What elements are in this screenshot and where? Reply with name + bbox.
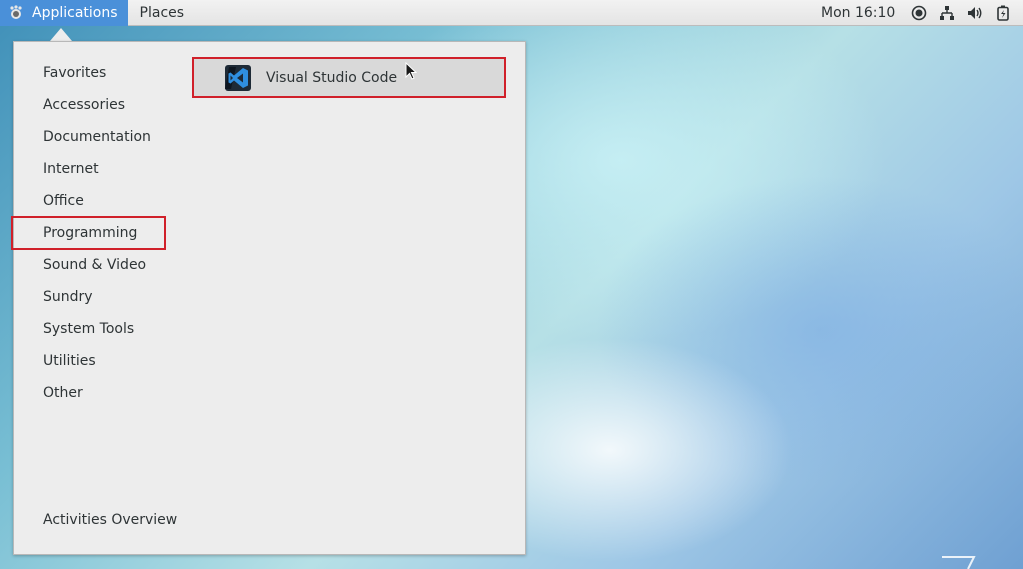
- vscode-icon: [224, 64, 252, 92]
- volume-icon[interactable]: [966, 5, 983, 22]
- app-label: Visual Studio Code: [266, 69, 398, 86]
- category-list: Favorites Accessories Documentation Inte…: [11, 57, 174, 409]
- top-bar: Applications Places Mon 16:10: [0, 0, 1023, 26]
- applications-menu-panel: Favorites Accessories Documentation Inte…: [11, 41, 526, 555]
- gnome-foot-icon: [8, 4, 24, 21]
- network-icon[interactable]: [938, 5, 955, 22]
- clock[interactable]: Mon 16:10: [821, 0, 895, 26]
- places-menu-button[interactable]: Places: [128, 0, 197, 26]
- applications-menu-button[interactable]: Applications: [0, 0, 128, 26]
- activities-overview-button[interactable]: Activities Overview: [43, 512, 177, 528]
- places-label: Places: [139, 4, 185, 21]
- applications-label: Applications: [32, 4, 118, 21]
- category-item-programming[interactable]: Programming: [11, 216, 166, 250]
- category-item[interactable]: Internet: [14, 153, 174, 185]
- clock-label: Mon 16:10: [821, 5, 896, 21]
- category-item[interactable]: Office: [14, 185, 174, 217]
- category-item[interactable]: Sound & Video: [14, 249, 174, 281]
- system-tray[interactable]: [910, 0, 1011, 26]
- category-item[interactable]: System Tools: [14, 313, 174, 345]
- category-item[interactable]: Other: [14, 377, 174, 409]
- category-item[interactable]: Favorites: [14, 57, 174, 89]
- accessibility-icon[interactable]: [910, 5, 927, 22]
- category-item[interactable]: Accessories: [14, 89, 174, 121]
- category-item[interactable]: Sundry: [14, 281, 174, 313]
- activities-overview-label: Activities Overview: [43, 512, 178, 528]
- menu-pointer-arrow: [50, 28, 72, 41]
- desktop-watermark-icon: [942, 556, 976, 569]
- mouse-cursor-icon: [405, 62, 417, 80]
- app-item-visual-studio-code[interactable]: Visual Studio Code: [192, 57, 506, 98]
- category-item[interactable]: Utilities: [14, 345, 174, 377]
- battery-icon[interactable]: [994, 5, 1011, 22]
- category-item[interactable]: Documentation: [14, 121, 174, 153]
